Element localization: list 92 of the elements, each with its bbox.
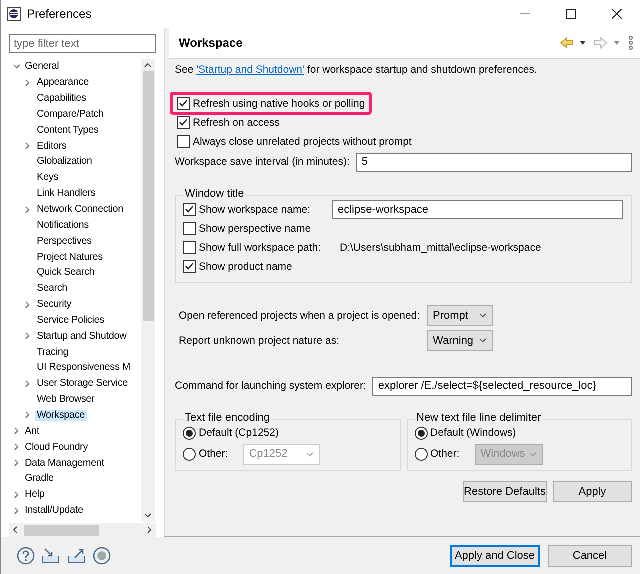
dropdown[interactable]: Warning (427, 330, 493, 351)
option-label: Refresh using native hooks or polling (193, 98, 366, 110)
tree-item[interactable]: UI Responsiveness M (35, 362, 132, 374)
maximize-icon (566, 9, 576, 19)
group-title: Window title (183, 188, 246, 200)
workspace-path: D:\Users\subham_mittal\eclipse-workspace (340, 242, 542, 254)
option-label: Default (Windows) (430, 427, 516, 439)
workspace-name-field[interactable]: eclipse-workspace (332, 200, 623, 219)
field-label: Command for launching system explorer: (175, 380, 366, 392)
caret-icon (479, 313, 487, 318)
tree-item[interactable]: General (23, 61, 62, 72)
page-button[interactable]: Apply (553, 481, 632, 502)
tree-item[interactable]: Editors (35, 140, 69, 152)
startup-link[interactable]: 'Startup and Shutdown' (196, 64, 305, 76)
tree-item[interactable]: Globalization (35, 156, 94, 168)
export-icon[interactable] (67, 546, 87, 564)
close-icon (612, 9, 622, 19)
option-label: Show product name (199, 260, 292, 272)
option-label: Always close unrelated projects without prompt (193, 136, 412, 148)
tree-item[interactable]: Ant (23, 426, 42, 437)
tree-item[interactable]: Quick Search (35, 267, 97, 278)
explorer-command-field[interactable]: explorer /E,/select=${selected_resource_loc} (372, 376, 632, 396)
tree-item[interactable]: Tracing (35, 346, 71, 358)
tree-item[interactable]: Perspectives (35, 236, 94, 247)
tree-item[interactable]: User Storage Service (35, 378, 130, 390)
checkbox[interactable] (183, 241, 196, 254)
checkbox[interactable] (177, 97, 190, 110)
more-options-icon[interactable] (628, 36, 634, 50)
tree-item[interactable]: Link Handlers (35, 188, 98, 200)
checkbox[interactable] (177, 135, 190, 148)
scrollbar[interactable] (141, 59, 155, 522)
page-button[interactable]: Restore Defaults (463, 481, 547, 502)
tree-item[interactable]: Data Management (23, 458, 106, 469)
horizontal-scrollbar[interactable] (9, 523, 156, 537)
dropdown-icon[interactable] (578, 40, 588, 46)
tree-item[interactable]: Install/Update (23, 505, 86, 516)
dropdown[interactable]: Prompt (427, 305, 493, 326)
tree-item[interactable]: Keys (35, 172, 60, 184)
tree-item[interactable]: Help (23, 489, 47, 500)
interval-field[interactable]: 5 (356, 152, 632, 172)
window-title: Preferences (27, 7, 93, 21)
record-icon[interactable] (93, 546, 111, 564)
checkbox[interactable] (183, 260, 196, 273)
encoding-dropdown[interactable]: Cp1252 (243, 444, 320, 464)
tree-item[interactable]: Security (35, 299, 74, 310)
tree-item[interactable]: Gradle (23, 473, 56, 484)
group-title: Text file encoding (183, 412, 272, 424)
tree-item[interactable]: Capabilities (35, 93, 88, 104)
intro-text: for workspace startup and shutdown preferences. (306, 64, 538, 76)
import-icon[interactable] (41, 546, 61, 564)
checkbox[interactable] (183, 203, 196, 216)
scroll-right-icon[interactable] (145, 526, 153, 534)
tree-item[interactable]: Service Policies (35, 314, 106, 326)
tree-item[interactable]: Web Browser (35, 394, 97, 406)
caret-icon (306, 452, 314, 456)
filter-field[interactable]: type filter text (9, 34, 156, 53)
tree-item[interactable]: Compare/Patch (35, 108, 106, 120)
dialog-button[interactable]: Apply and Close (450, 544, 540, 566)
dialog-button[interactable]: Cancel (548, 544, 632, 566)
field-label: Report unknown project nature as: (179, 334, 341, 346)
field-label: Workspace save interval (in minutes): (175, 156, 350, 168)
field-label: Open referenced projects when a project is opened: (179, 310, 421, 322)
tree-item[interactable]: Appearance (35, 77, 91, 88)
scroll-left-icon[interactable] (12, 526, 20, 534)
checkbox[interactable] (177, 116, 190, 129)
page-title: Workspace (179, 36, 244, 50)
radio-button[interactable] (183, 426, 196, 440)
app-icon (7, 7, 21, 21)
tree-item[interactable]: Network Connection (35, 204, 126, 216)
option-label: Show perspective name (199, 222, 312, 234)
intro-text: See (175, 64, 195, 76)
checkbox[interactable] (183, 222, 196, 235)
option-label: Other: (199, 448, 228, 460)
tree-item[interactable]: Notifications (35, 220, 91, 231)
radio-button[interactable] (183, 448, 196, 460)
group-title: New text file line delimiter (414, 412, 544, 424)
tree-item[interactable]: Project Natures (35, 252, 105, 263)
option-label: Refresh on access (193, 116, 280, 128)
caret-icon (528, 452, 537, 456)
option-label: Default (Cp1252) (199, 427, 279, 439)
option-label: Other: (430, 448, 460, 460)
tree-item[interactable]: Content Types (35, 124, 101, 136)
option-label: Show full workspace path: (199, 242, 322, 254)
tree-item[interactable]: Search (35, 283, 70, 294)
option-label: Show workspace name: (199, 204, 312, 216)
tree-item[interactable]: Startup and Shutdow (35, 330, 129, 342)
tree-item[interactable]: Cloud Foundry (23, 442, 90, 453)
help-icon[interactable] (17, 546, 35, 564)
caret-icon (479, 338, 487, 343)
tree-item[interactable]: Workspace (35, 410, 88, 421)
radio-button[interactable] (414, 426, 428, 440)
radio-button[interactable] (414, 448, 428, 460)
